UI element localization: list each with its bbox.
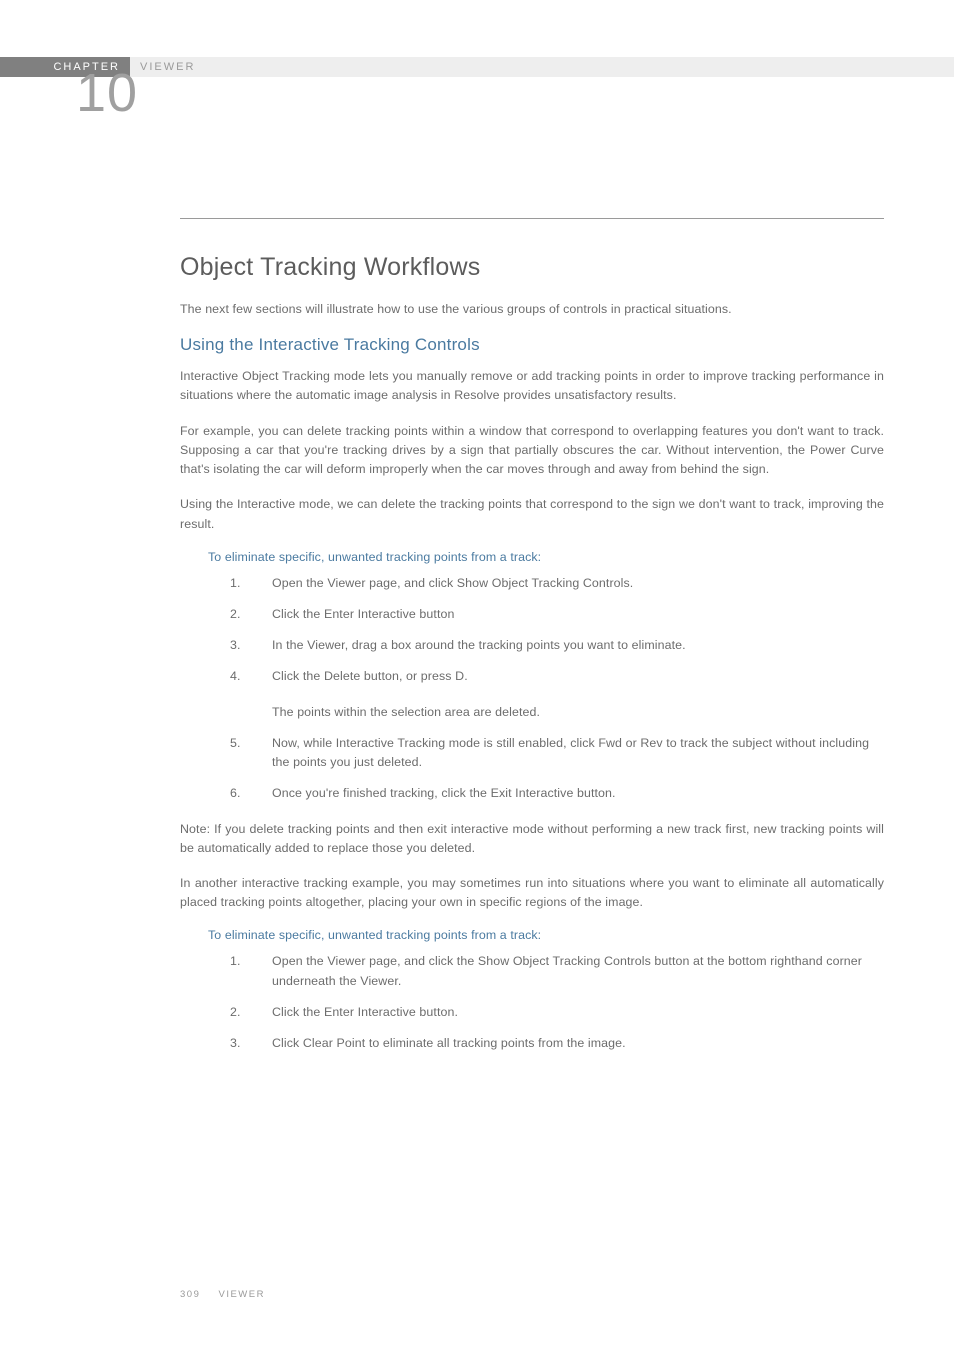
note-paragraph: Note: If you delete tracking points and … <box>180 820 884 858</box>
body-paragraph: For example, you can delete tracking poi… <box>180 422 884 480</box>
list-item: 2.Click the Enter Interactive button <box>230 605 884 624</box>
list-item: 5.Now, while Interactive Tracking mode i… <box>230 734 884 772</box>
chapter-name: VIEWER <box>140 57 195 77</box>
subheading: Using the Interactive Tracking Controls <box>180 335 884 355</box>
step-text: Click the Enter Interactive button. <box>272 1003 884 1022</box>
list-item: 1.Open the Viewer page, and click Show O… <box>230 574 884 593</box>
list-item: 4.Click the Delete button, or press D. <box>230 667 884 686</box>
step-text: Now, while Interactive Tracking mode is … <box>272 734 884 772</box>
step-text: Once you're finished tracking, click the… <box>272 784 884 803</box>
page: CHAPTER VIEWER 10 Object Tracking Workfl… <box>0 0 954 1350</box>
step-text: Open the Viewer page, and click the Show… <box>272 952 884 990</box>
step-number: 3. <box>230 1034 272 1053</box>
step-number: 6. <box>230 784 272 803</box>
steps-list: 5.Now, while Interactive Tracking mode i… <box>230 734 884 804</box>
step-number: 2. <box>230 1003 272 1022</box>
page-number: 309 <box>180 1289 200 1300</box>
footer-label: VIEWER <box>219 1289 265 1300</box>
instruction-heading: To eliminate specific, unwanted tracking… <box>208 928 884 942</box>
body-paragraph: In another interactive tracking example,… <box>180 874 884 912</box>
list-item: 3.In the Viewer, drag a box around the t… <box>230 636 884 655</box>
body-paragraph: Using the Interactive mode, we can delet… <box>180 495 884 533</box>
step-text: Click the Delete button, or press D. <box>272 667 884 686</box>
step-text: Open the Viewer page, and click Show Obj… <box>272 574 884 593</box>
step-number: 1. <box>230 952 272 990</box>
intro-paragraph: The next few sections will illustrate ho… <box>180 300 884 319</box>
step-number: 2. <box>230 605 272 624</box>
instruction-heading: To eliminate specific, unwanted tracking… <box>208 550 884 564</box>
footer: 309 VIEWER <box>180 1289 265 1300</box>
step-text: In the Viewer, drag a box around the tra… <box>272 636 884 655</box>
step-text: Click the Enter Interactive button <box>272 605 884 624</box>
horizontal-rule <box>180 218 884 219</box>
body-paragraph: Interactive Object Tracking mode lets yo… <box>180 367 884 405</box>
step-number: 3. <box>230 636 272 655</box>
list-item: 1.Open the Viewer page, and click the Sh… <box>230 952 884 990</box>
chapter-number: 10 <box>76 66 138 120</box>
step-number: 5. <box>230 734 272 772</box>
step-text: Click Clear Point to eliminate all track… <box>272 1034 884 1053</box>
section-title: Object Tracking Workflows <box>180 253 884 282</box>
steps-list: 1.Open the Viewer page, and click the Sh… <box>230 952 884 1053</box>
step-number: 1. <box>230 574 272 593</box>
list-item: 6.Once you're finished tracking, click t… <box>230 784 884 803</box>
list-item: 3.Click Clear Point to eliminate all tra… <box>230 1034 884 1053</box>
step-number: 4. <box>230 667 272 686</box>
steps-list: 1.Open the Viewer page, and click Show O… <box>230 574 884 687</box>
content-area: Object Tracking Workflows The next few s… <box>180 218 884 1069</box>
step-subnote: The points within the selection area are… <box>272 703 884 722</box>
list-item: 2.Click the Enter Interactive button. <box>230 1003 884 1022</box>
